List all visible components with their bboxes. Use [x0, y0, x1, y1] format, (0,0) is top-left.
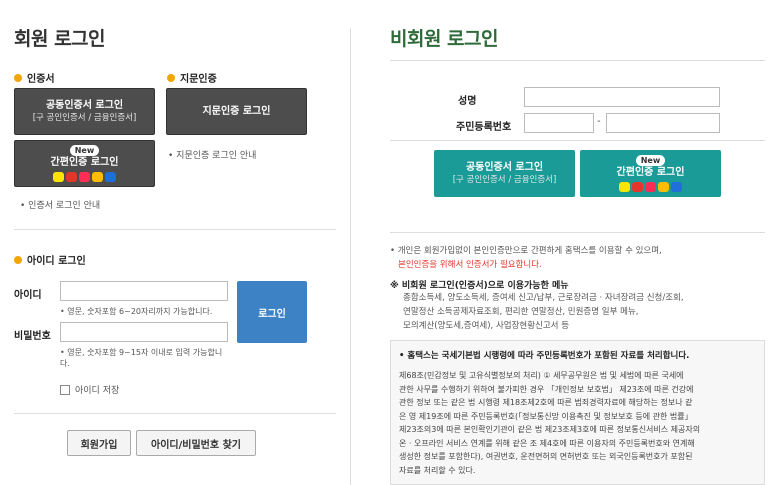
- guest-notice: • 개인은 회원가입없이 본인인증만으로 간편하게 홈택스를 이용할 수 있으며…: [390, 246, 662, 256]
- joint-cert-login-button[interactable]: 공동인증서 로그인 [구 공인인증서 / 금융인증서]: [14, 88, 155, 135]
- section-divider: [390, 232, 765, 233]
- id-section-head: 아이디 로그인: [14, 252, 86, 267]
- pw-input[interactable]: [60, 322, 228, 342]
- pw-label: 비밀번호: [14, 331, 51, 342]
- pw-hint: • 영문, 숫자포함 9~15자 이내로 입력 가능합니다.: [60, 348, 223, 369]
- id-input[interactable]: [60, 281, 228, 301]
- cert-section-head: 인증서: [14, 70, 55, 85]
- rrn-dash: -: [597, 116, 601, 127]
- new-badge: New: [69, 145, 100, 157]
- simple-cert-login-button[interactable]: New 간편인증 로그인: [14, 140, 155, 187]
- rrn-front-input[interactable]: [524, 113, 594, 133]
- save-id-checkbox[interactable]: [60, 384, 70, 395]
- name-input[interactable]: [524, 87, 720, 107]
- cert-provider-icons: [619, 181, 682, 192]
- payco-icon: [79, 171, 90, 182]
- rrn-label: 주민등록번호: [456, 122, 512, 133]
- join-button[interactable]: 회원가입: [67, 430, 131, 456]
- naver-icon: [105, 171, 116, 182]
- kb-icon: [658, 181, 669, 192]
- finger-login-guide-link[interactable]: • 지문인증 로그인 안내: [168, 148, 256, 161]
- bullet-dot-icon: [167, 73, 175, 82]
- pass-icon: [66, 171, 77, 182]
- rrn-processing-notice-box: • 홈택스는 국세기본법 시행령에 따라 주민등록번호가 포함된 자료를 처리합…: [390, 340, 765, 485]
- title-underline: [390, 60, 765, 61]
- guest-notice-red: 본인인증을 위해서 인증서가 필요합니다.: [398, 260, 542, 270]
- member-login-title: 회원 로그인: [14, 28, 106, 50]
- rrn-back-input[interactable]: [606, 113, 720, 133]
- kb-icon: [92, 171, 103, 182]
- form-divider: [390, 140, 765, 141]
- new-badge: New: [635, 155, 666, 167]
- save-id-row: 아이디 저장: [60, 383, 119, 396]
- kakao-icon: [53, 171, 64, 182]
- section-divider: [14, 413, 336, 414]
- name-label: 성명: [458, 96, 477, 107]
- section-divider: [14, 229, 336, 230]
- column-divider: [350, 28, 351, 485]
- naver-icon: [671, 181, 682, 192]
- guest-login-title: 비회원 로그인: [390, 28, 499, 50]
- available-menu-list: 종합소득세, 양도소득세, 증여세 신고/납부, 근로장려금 · 자녀장려금 신…: [403, 293, 684, 331]
- finger-login-button[interactable]: 지문인증 로그인: [166, 88, 307, 135]
- guest-joint-cert-button[interactable]: 공동인증서 로그인 [구 공인인증서 / 금융인증서]: [434, 150, 575, 197]
- notice-box-head: • 홈택스는 국세기본법 시행령에 따라 주민등록번호가 포함된 자료를 처리합…: [399, 351, 690, 361]
- notice-box-body: 제68조(민감정보 및 고유식별정보의 처리) ① 세무공무원은 법 및 세법에…: [399, 371, 701, 475]
- bullet-dot-icon: [14, 255, 22, 264]
- pass-icon: [632, 181, 643, 192]
- login-button[interactable]: 로그인: [237, 281, 307, 343]
- cert-provider-icons: [53, 171, 116, 182]
- id-label: 아이디: [14, 290, 42, 301]
- cert-login-guide-link[interactable]: • 인증서 로그인 안내: [20, 198, 100, 211]
- guest-simple-cert-button[interactable]: New 간편인증 로그인: [580, 150, 721, 197]
- available-menu-head: ※ 비회원 로그인(인증서)으로 이용가능한 메뉴: [390, 281, 569, 291]
- bullet-dot-icon: [14, 73, 22, 82]
- find-id-pw-button[interactable]: 아이디/비밀번호 찾기: [136, 430, 256, 456]
- kakao-icon: [619, 181, 630, 192]
- payco-icon: [645, 181, 656, 192]
- finger-section-head: 지문인증: [167, 70, 217, 85]
- id-hint: • 영문, 숫자포함 6~20자리까지 가능합니다.: [60, 307, 213, 316]
